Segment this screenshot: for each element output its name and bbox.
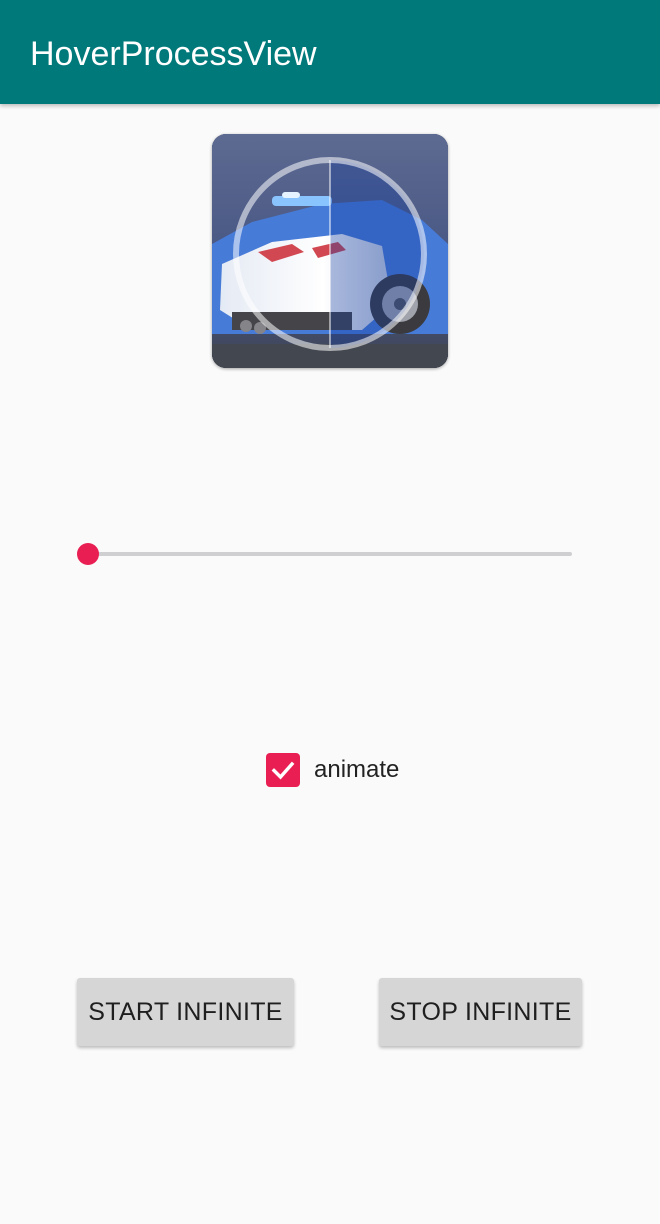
checkbox-checked-icon[interactable] xyxy=(266,753,300,787)
app-title: HoverProcessView xyxy=(30,35,317,73)
animate-label: animate xyxy=(314,756,400,783)
police-car-image xyxy=(212,134,448,368)
checkmark-icon xyxy=(271,761,295,780)
stop-infinite-button[interactable]: STOP INFINITE xyxy=(379,978,582,1046)
seekbar-track xyxy=(88,552,572,556)
seekbar-thumb[interactable] xyxy=(77,543,99,565)
progress-seekbar[interactable] xyxy=(76,538,576,570)
app-bar: HoverProcessView xyxy=(0,0,660,104)
animate-checkbox[interactable]: animate xyxy=(266,752,399,788)
start-infinite-button[interactable]: START INFINITE xyxy=(77,978,294,1046)
hover-process-image[interactable] xyxy=(212,134,448,368)
